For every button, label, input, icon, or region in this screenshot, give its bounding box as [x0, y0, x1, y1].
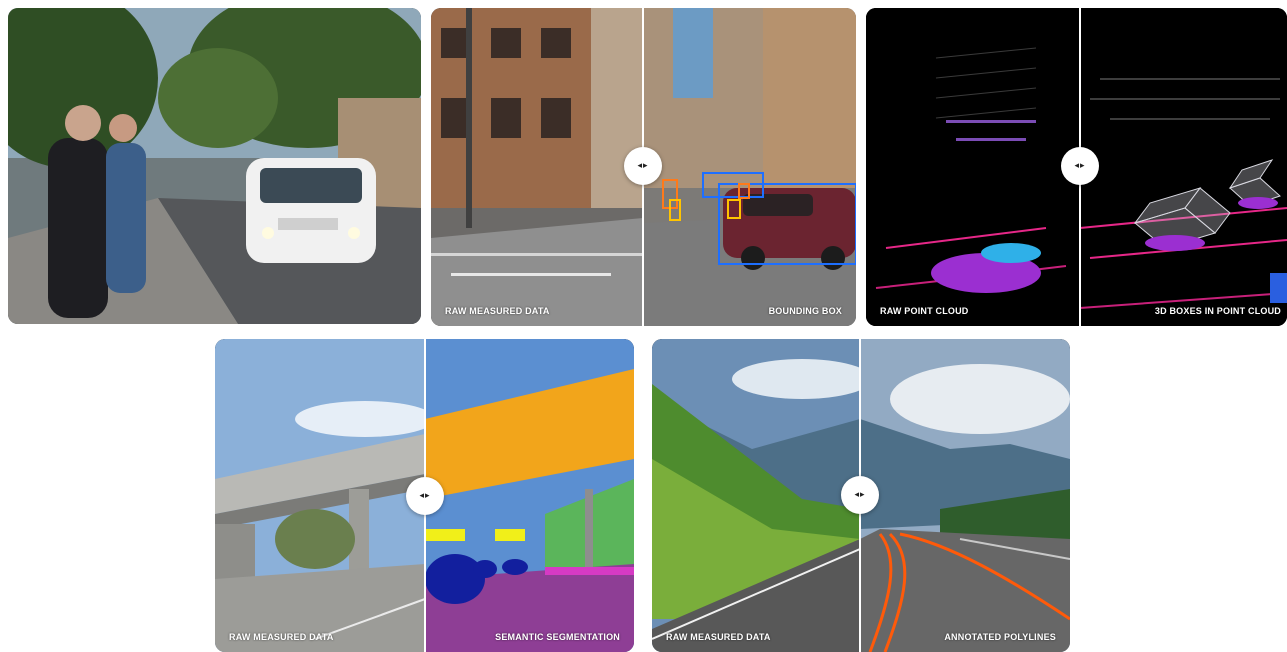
raw-data-panel — [652, 339, 860, 652]
annotated-panel — [643, 8, 856, 326]
mountain-road-polylines-image — [860, 339, 1070, 652]
left-caption: RAW MEASURED DATA — [229, 632, 334, 642]
semantic-segmentation-card: ◂▸ RAW MEASURED DATA SEMANTIC SEGMENTATI… — [215, 339, 634, 652]
city-street-raw-image — [431, 8, 643, 326]
compare-slider-handle[interactable]: ◂▸ — [1061, 147, 1099, 185]
3d-boxes-point-cloud-image — [1080, 8, 1287, 326]
highway-segmentation-image — [425, 339, 634, 652]
3d-boxes-panel — [1080, 8, 1287, 326]
left-right-arrows-icon: ◂▸ — [854, 490, 866, 500]
left-right-arrows-icon: ◂▸ — [1074, 161, 1086, 171]
raw-point-cloud-image — [866, 8, 1080, 326]
left-caption: RAW MEASURED DATA — [666, 632, 771, 642]
left-right-arrows-icon: ◂▸ — [419, 491, 431, 501]
right-caption: BOUNDING BOX — [768, 306, 842, 316]
polylines-panel — [860, 339, 1070, 652]
mountain-road-raw-image — [652, 339, 860, 652]
right-caption: 3D BOXES IN POINT CLOUD — [1154, 306, 1281, 316]
compare-slider-handle[interactable]: ◂▸ — [406, 477, 444, 515]
point-cloud-card: ◂▸ RAW POINT CLOUD 3D BOXES IN POINT CLO… — [866, 8, 1287, 326]
segmentation-panel — [425, 339, 634, 652]
street-photo-card — [8, 8, 421, 324]
city-street-bbox-image — [643, 8, 856, 326]
raw-point-cloud-panel — [866, 8, 1080, 326]
left-right-arrows-icon: ◂▸ — [637, 161, 649, 171]
compare-slider-handle[interactable]: ◂▸ — [841, 476, 879, 514]
highway-raw-image — [215, 339, 425, 652]
raw-data-panel — [431, 8, 643, 326]
bounding-box-card: ◂▸ RAW MEASURED DATA BOUNDING BOX — [431, 8, 856, 326]
right-caption: ANNOTATED POLYLINES — [944, 632, 1056, 642]
right-caption: SEMANTIC SEGMENTATION — [495, 632, 620, 642]
street-photo-image — [8, 8, 421, 324]
compare-slider-handle[interactable]: ◂▸ — [624, 147, 662, 185]
left-caption: RAW POINT CLOUD — [880, 306, 969, 316]
left-caption: RAW MEASURED DATA — [445, 306, 550, 316]
polylines-card: ◂▸ RAW MEASURED DATA ANNOTATED POLYLINES — [652, 339, 1070, 652]
raw-data-panel — [215, 339, 425, 652]
